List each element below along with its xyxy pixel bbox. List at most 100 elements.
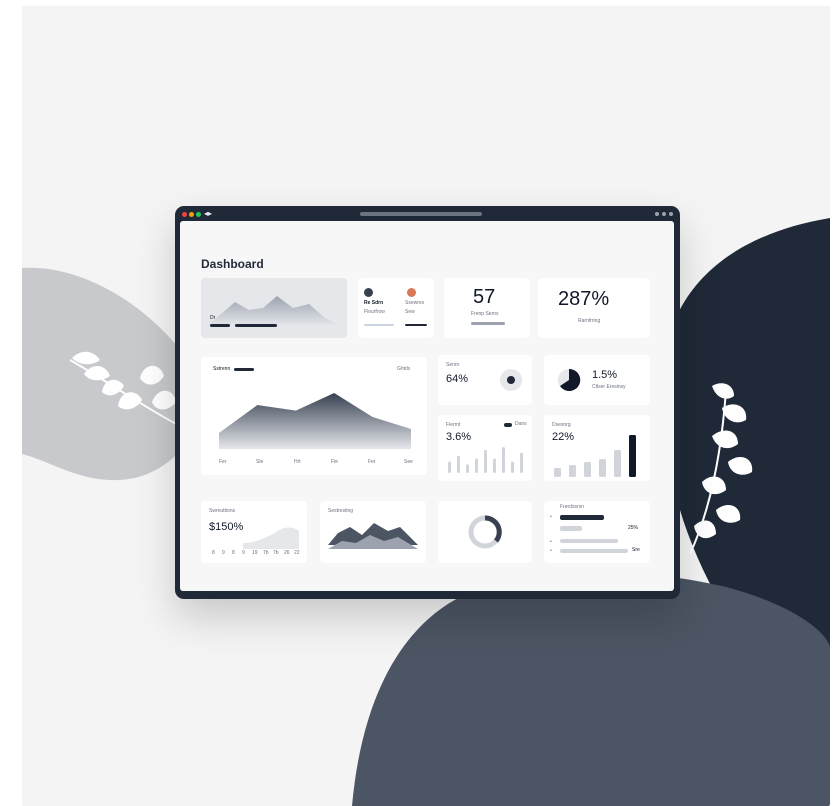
main-chart-tick: Fet: [368, 459, 376, 465]
progress-value-b: Sre: [632, 547, 640, 553]
sales-tick: 8: [212, 550, 215, 556]
main-chart-tick: Fer: [219, 459, 227, 465]
profile-left-name: Re Sdrn: [364, 300, 384, 306]
avatar: [407, 288, 416, 297]
bar: [584, 462, 591, 477]
rate-22-label: Dsesnrg: [552, 422, 571, 428]
legend-swatch: [504, 423, 512, 427]
rate-22-value: 22%: [552, 431, 575, 443]
progress-value-a: 25%: [628, 525, 639, 531]
bar: [511, 461, 514, 473]
window-control-icon[interactable]: [669, 212, 673, 216]
bar: [448, 461, 451, 473]
bar: [493, 458, 496, 473]
pct-64-card[interactable]: Senrn 64%: [438, 355, 532, 405]
close-dot-icon[interactable]: [182, 212, 187, 217]
donut-chart: [468, 515, 502, 549]
bar: [520, 452, 523, 473]
bullet-dot: •: [550, 548, 552, 554]
bar: [484, 449, 487, 473]
main-chart-tick: Fie: [331, 459, 338, 465]
sales-tick: 7b: [273, 550, 279, 556]
profile-right-name: Ssewres: [405, 300, 425, 306]
bar: [466, 464, 469, 473]
pct-15-card[interactable]: 1.5% Ctlser Eresinsy: [544, 355, 650, 405]
stat-287-value: 287%: [558, 288, 610, 310]
hero-bar-b: [235, 324, 277, 327]
avatar: [364, 288, 373, 297]
maximize-dot-icon[interactable]: [196, 212, 201, 217]
back-forward-arrows-icon[interactable]: ◂▸: [204, 209, 212, 219]
pie-center-icon: [507, 376, 515, 384]
hero-bar-a: [210, 324, 230, 327]
profile-bar-right: [405, 324, 427, 326]
progress-label: Frerdssrsn: [560, 504, 584, 510]
pct-64-value: 64%: [446, 373, 469, 385]
area-series: [219, 393, 411, 449]
progress-bar-4: [560, 549, 628, 553]
browser-window: ◂▸ Dashboard Dr Re Sdrn Flourfrow Ssewre…: [175, 206, 680, 599]
window-control-icon[interactable]: [655, 212, 659, 216]
area-small-card[interactable]: Sestresting: [320, 501, 426, 563]
bar: [457, 455, 460, 473]
pct-15-value: 1.5%: [592, 369, 618, 381]
pct-15-label: Ctlser Eresinsy: [592, 384, 626, 390]
donut-card[interactable]: [438, 501, 532, 563]
sales-tick: 19: [252, 550, 258, 556]
stat-287-label: Rarnfrring: [578, 318, 601, 324]
profile-bar-left: [364, 324, 394, 326]
sales-tick: 26: [284, 550, 290, 556]
dashboard-content: Dashboard Dr Re Sdrn Flourfrow Ssewres S…: [180, 221, 674, 591]
profile-left-sub: Flourfrow: [364, 309, 385, 315]
donut-chart-icon: [558, 368, 581, 391]
rate-36-legend: Dans: [515, 421, 527, 427]
bar: [614, 450, 621, 477]
main-area-chart: [219, 393, 411, 449]
main-chart-title: Sstrenn: [213, 366, 231, 372]
rate-36-label: Fierrnt: [446, 422, 461, 428]
bar: [475, 458, 478, 473]
bar: [629, 435, 636, 477]
main-chart-right-label: Ghtdx: [397, 366, 411, 372]
rate-36-value: 3.6%: [446, 431, 472, 443]
main-area-chart-card[interactable]: Sstrenn Ghtdx Fer Sle Hrt Fie Fet See: [201, 357, 427, 475]
scene-background: ◂▸ Dashboard Dr Re Sdrn Flourfrow Ssewre…: [22, 6, 830, 806]
address-bar[interactable]: [360, 212, 482, 216]
bar: [569, 465, 576, 477]
page-title: Dashboard: [201, 257, 264, 271]
sales-tick: 22: [294, 550, 300, 556]
main-chart-pill: [234, 368, 254, 371]
bar: [502, 447, 505, 473]
sales-tick: 9: [222, 550, 225, 556]
sales-card[interactable]: Swreuttions $150% 8 9 8 9 19 7b 7b 26 22: [201, 501, 307, 563]
bullet-dot: •: [550, 539, 552, 545]
stat-card-287[interactable]: 287% Rarnfrring: [538, 278, 650, 338]
rate-36-card[interactable]: Fierrnt 3.6% Dans: [438, 415, 532, 481]
sales-tick: 8: [232, 550, 235, 556]
hero-chart-card[interactable]: Dr: [201, 278, 347, 338]
profile-right-sub: Sew: [405, 309, 415, 315]
window-titlebar: ◂▸: [175, 206, 680, 222]
sales-label: Swreuttions: [209, 508, 236, 514]
stat-57-bar: [471, 322, 505, 325]
bar: [554, 468, 561, 477]
hero-label: Dr: [210, 315, 216, 321]
window-control-icon[interactable]: [662, 212, 666, 216]
sales-value: $150%: [209, 521, 244, 533]
profile-card[interactable]: Re Sdrn Flourfrow Ssewres Sew: [358, 278, 434, 338]
sales-tick: 9: [242, 550, 245, 556]
hero-area-chart: [207, 296, 341, 326]
progress-bar-2: [560, 526, 582, 531]
stat-57-value: 57: [473, 286, 496, 308]
progress-card[interactable]: Frerdssrsn • 25% • • Sre: [544, 501, 650, 563]
main-chart-tick: Sle: [256, 459, 264, 465]
bar: [599, 459, 606, 477]
stat-57-label: Frenp Sernx: [471, 311, 499, 317]
area-small-label: Sestresting: [328, 508, 354, 514]
bullet-dot: •: [550, 514, 552, 520]
minimize-dot-icon[interactable]: [189, 212, 194, 217]
pct-64-label: Senrn: [446, 362, 460, 368]
rate-22-card[interactable]: Dsesnrg 22%: [544, 415, 650, 481]
sales-tick: 7b: [263, 550, 269, 556]
stat-card-57[interactable]: 57 Frenp Sernx: [444, 278, 530, 338]
